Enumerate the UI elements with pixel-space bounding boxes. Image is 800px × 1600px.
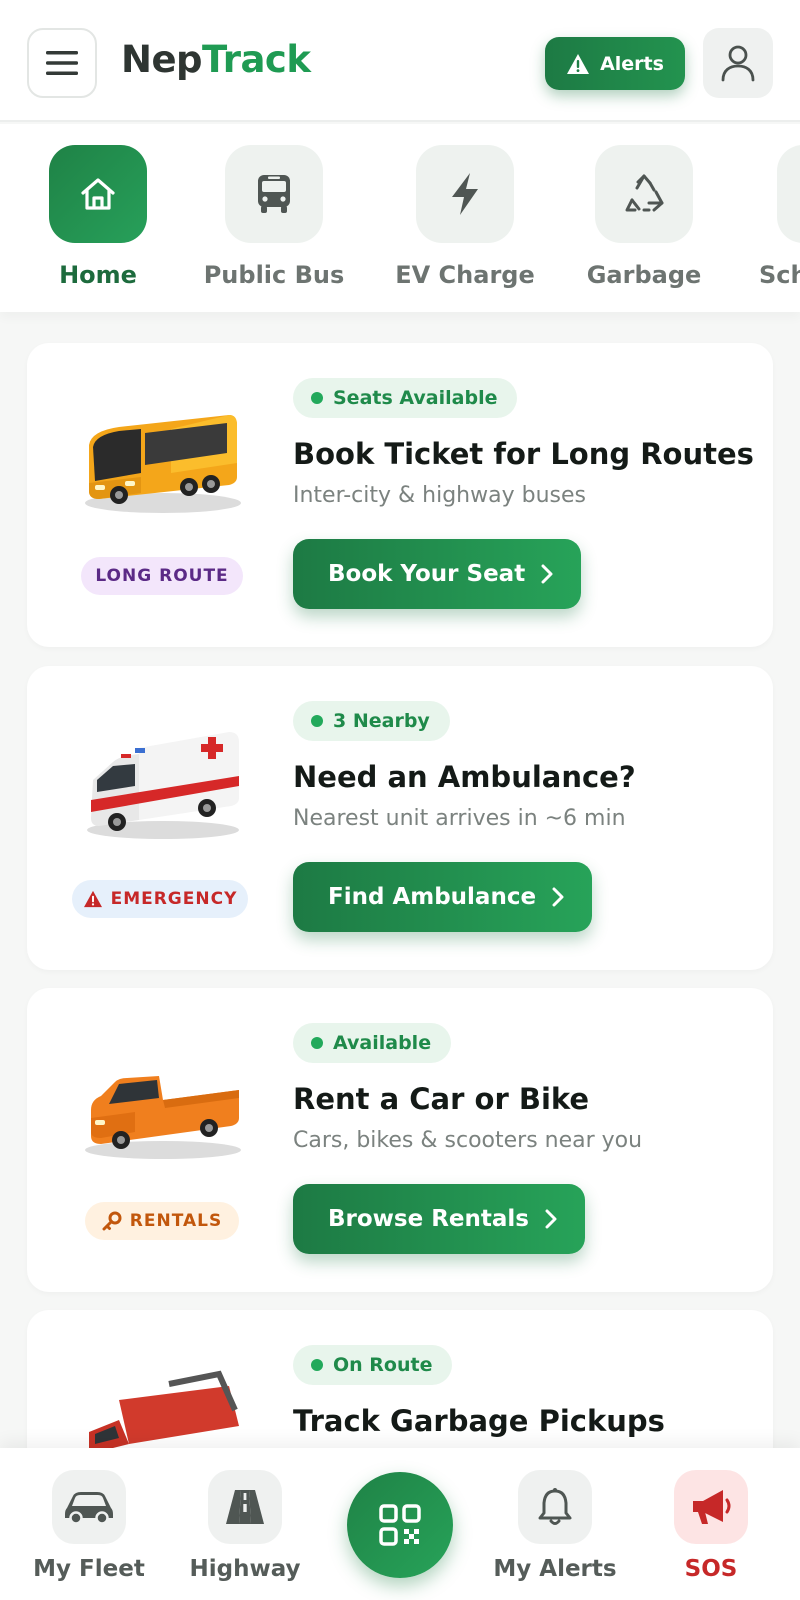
status-badge: Seats Available: [293, 378, 518, 418]
category-garbage[interactable]: Garbage: [569, 145, 719, 289]
logo-text-track: Track: [202, 38, 311, 81]
card-subtitle: Nearest unit arrives in ~6 min: [293, 806, 626, 831]
card-subtitle: Cars, bikes & scooters near you: [293, 1128, 643, 1153]
tag-label: EMERGENCY: [110, 889, 238, 909]
profile-button[interactable]: [703, 28, 773, 98]
status-text: 3 Nearby: [333, 710, 430, 732]
status-badge: 3 Nearby: [293, 701, 450, 741]
chevron-right-icon: [552, 887, 564, 907]
status-text: On Route: [333, 1354, 433, 1376]
nav-my-fleet[interactable]: My Fleet: [19, 1470, 159, 1582]
category-bar: Home Public Bus EV Charge Garbage Sch: [0, 124, 800, 312]
long-route-card[interactable]: LONG ROUTE Seats Available Book Ticket f…: [27, 343, 773, 647]
find-ambulance-button[interactable]: Find Ambulance: [293, 862, 593, 932]
nav-sos[interactable]: SOS: [641, 1470, 781, 1582]
button-label: Find Ambulance: [328, 884, 537, 910]
bell-icon: [518, 1470, 592, 1544]
megaphone-icon: [674, 1470, 748, 1544]
ambulance-image: [87, 732, 239, 839]
nav-label: My Fleet: [33, 1556, 145, 1582]
chevron-right-icon: [541, 564, 553, 584]
card-subtitle: Inter-city & highway buses: [293, 483, 586, 508]
status-dot-icon: [311, 1359, 323, 1371]
category-label: Sch: [759, 261, 800, 289]
status-text: Seats Available: [333, 387, 498, 409]
status-dot-icon: [311, 715, 323, 727]
rentals-tag: RENTALS: [85, 1202, 239, 1240]
alerts-button-label: Alerts: [600, 52, 664, 75]
book-seat-button[interactable]: Book Your Seat: [293, 539, 582, 609]
qr-scan-button[interactable]: [347, 1472, 453, 1578]
car-icon: [52, 1470, 126, 1544]
category-public-bus[interactable]: Public Bus: [199, 145, 349, 289]
status-badge: On Route: [293, 1345, 453, 1385]
card-title: Book Ticket for Long Routes: [293, 437, 754, 471]
highway-icon: [208, 1470, 282, 1544]
status-text: Available: [333, 1032, 432, 1054]
app-logo[interactable]: NepTrack: [121, 38, 311, 81]
lightning-icon: [416, 145, 514, 243]
button-label: Book Your Seat: [328, 561, 526, 587]
warning-icon: [83, 890, 102, 908]
key-icon: [102, 1211, 122, 1231]
emergency-tag: EMERGENCY: [72, 880, 248, 918]
bus-icon: [225, 145, 323, 243]
qr-scan-icon: [379, 1504, 421, 1546]
logo-text-nep: Nep: [121, 38, 203, 81]
app-header: NepTrack Alerts: [0, 0, 800, 122]
long-route-tag: LONG ROUTE: [81, 557, 243, 595]
category-label: Public Bus: [203, 261, 345, 289]
category-ev-charge[interactable]: EV Charge: [390, 145, 540, 289]
card-title: Rent a Car or Bike: [293, 1082, 590, 1116]
tag-label: RENTALS: [129, 1211, 223, 1231]
card-title: Track Garbage Pickups: [293, 1404, 665, 1438]
status-dot-icon: [311, 392, 323, 404]
pickup-truck-image: [85, 1076, 241, 1159]
coach-bus-image: [85, 415, 241, 513]
nav-highway[interactable]: Highway: [175, 1470, 315, 1582]
browse-rentals-button[interactable]: Browse Rentals: [293, 1184, 585, 1254]
alerts-button[interactable]: Alerts: [545, 37, 685, 90]
rentals-card[interactable]: RENTALS Available Rent a Car or Bike Car…: [27, 988, 773, 1292]
chevron-right-icon: [545, 1209, 557, 1229]
ambulance-card[interactable]: EMERGENCY 3 Nearby Need an Ambulance? Ne…: [27, 666, 773, 970]
category-label: Garbage: [586, 261, 702, 289]
user-icon: [721, 45, 755, 82]
nav-label: Highway: [189, 1556, 301, 1582]
card-title: Need an Ambulance?: [293, 760, 636, 794]
status-dot-icon: [311, 1037, 323, 1049]
nav-label: My Alerts: [493, 1556, 617, 1582]
school-icon: [777, 145, 800, 243]
category-label: Home: [59, 261, 137, 289]
nav-my-alerts[interactable]: My Alerts: [485, 1470, 625, 1582]
tag-label: LONG ROUTE: [95, 566, 229, 586]
hamburger-icon: [46, 51, 78, 75]
home-icon: [49, 145, 147, 243]
category-school[interactable]: Sch: [745, 145, 800, 289]
recycle-icon: [595, 145, 693, 243]
button-label: Browse Rentals: [328, 1206, 529, 1232]
category-home[interactable]: Home: [23, 145, 173, 289]
menu-button[interactable]: [27, 28, 97, 98]
status-badge: Available: [293, 1023, 452, 1063]
warning-icon: [567, 53, 590, 74]
category-label: EV Charge: [395, 261, 535, 289]
nav-label: SOS: [684, 1556, 738, 1582]
bottom-navigation: My Fleet Highway My Alerts SOS: [0, 1448, 800, 1600]
